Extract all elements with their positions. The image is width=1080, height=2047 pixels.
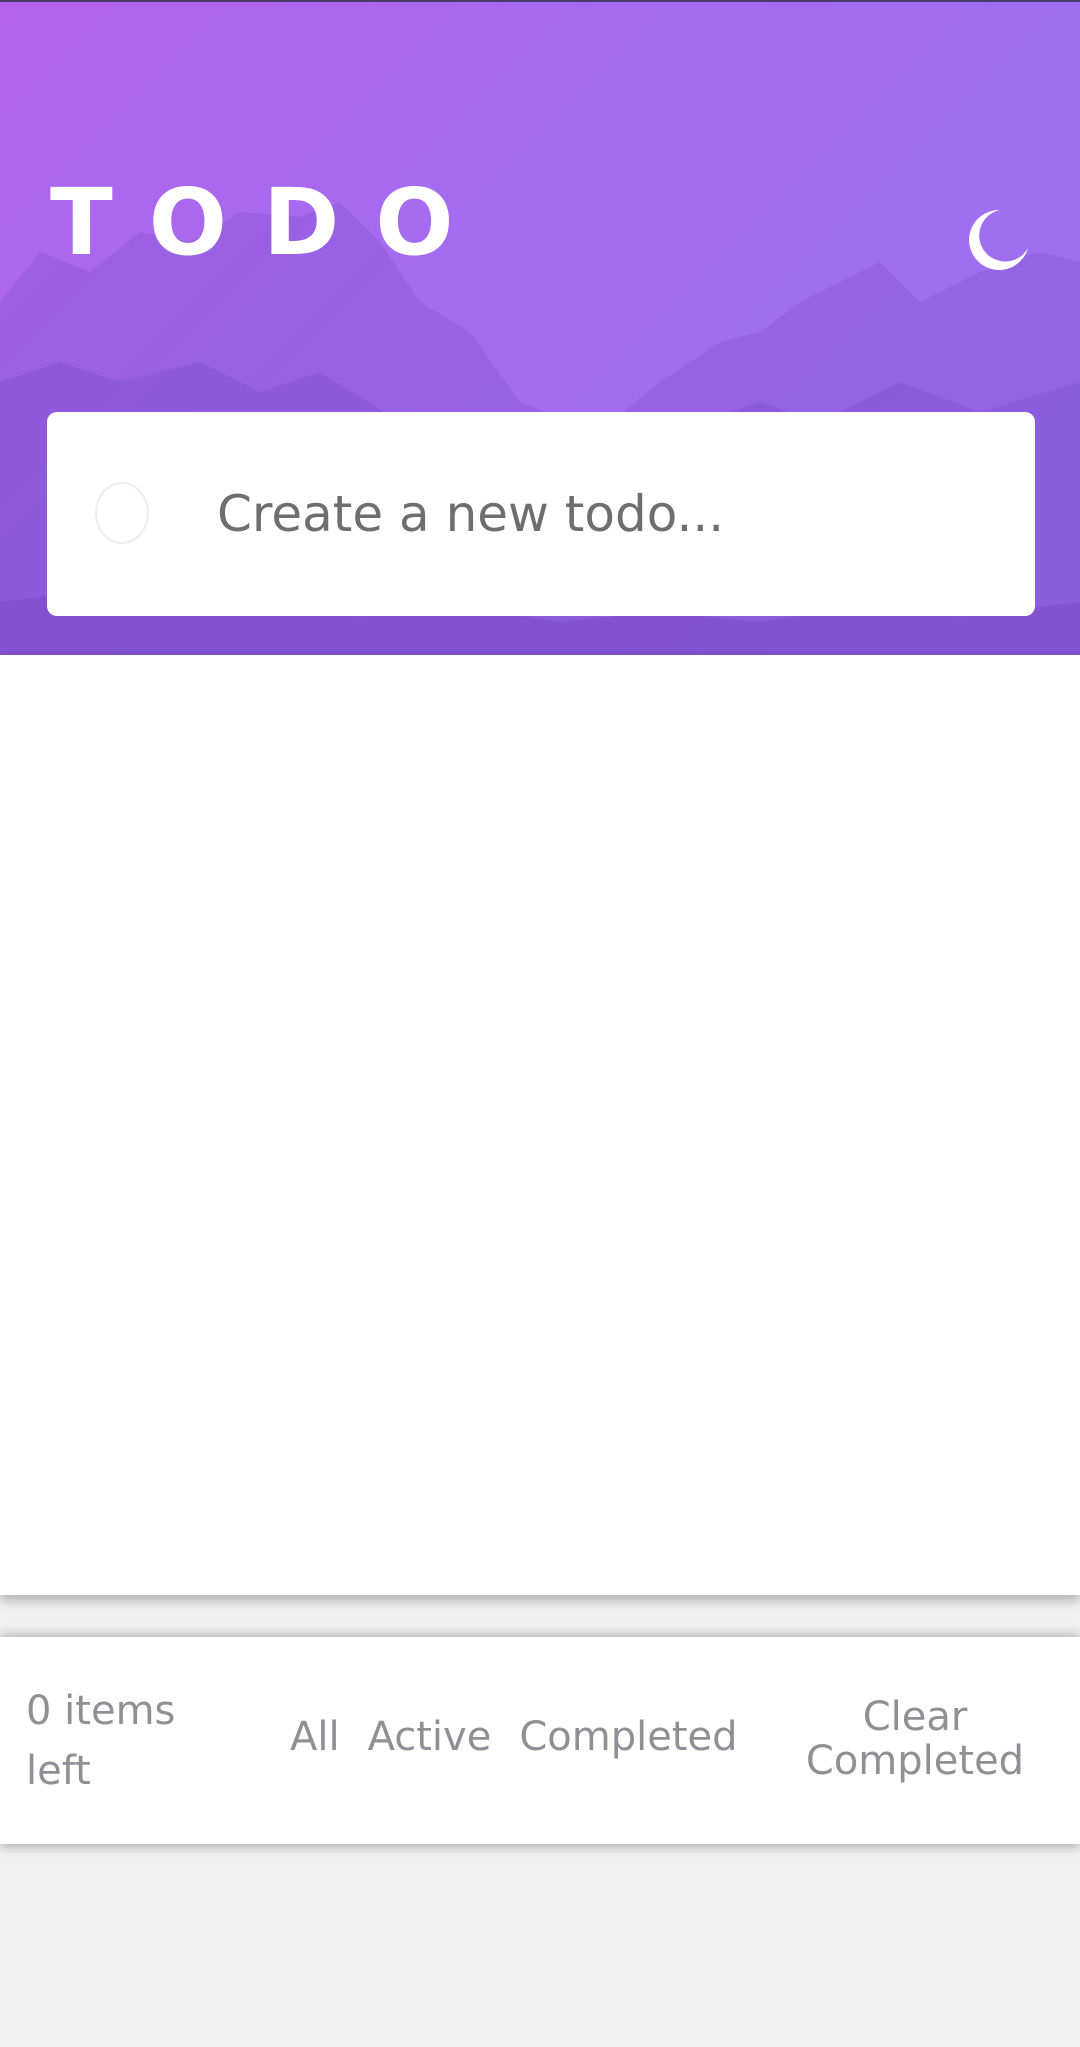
todo-footer: 0 items left All Active Completed Clear …: [0, 1637, 1080, 1844]
filter-completed[interactable]: Completed: [519, 1713, 737, 1761]
new-todo-input[interactable]: [217, 472, 997, 556]
new-todo-card: [47, 412, 1035, 616]
moon-icon[interactable]: [960, 204, 1032, 276]
filter-bar: All Active Completed: [290, 1713, 738, 1761]
page-title: TODO: [50, 169, 490, 276]
hero-banner: TODO: [0, 0, 1080, 655]
todo-list: [0, 655, 1080, 1595]
new-todo-checkbox[interactable]: [95, 482, 149, 544]
items-left-count: 0 items left: [26, 1688, 176, 1794]
filter-all[interactable]: All: [290, 1713, 340, 1761]
clear-completed-button[interactable]: Clear Completed: [790, 1695, 1040, 1783]
filter-active[interactable]: Active: [368, 1713, 492, 1761]
